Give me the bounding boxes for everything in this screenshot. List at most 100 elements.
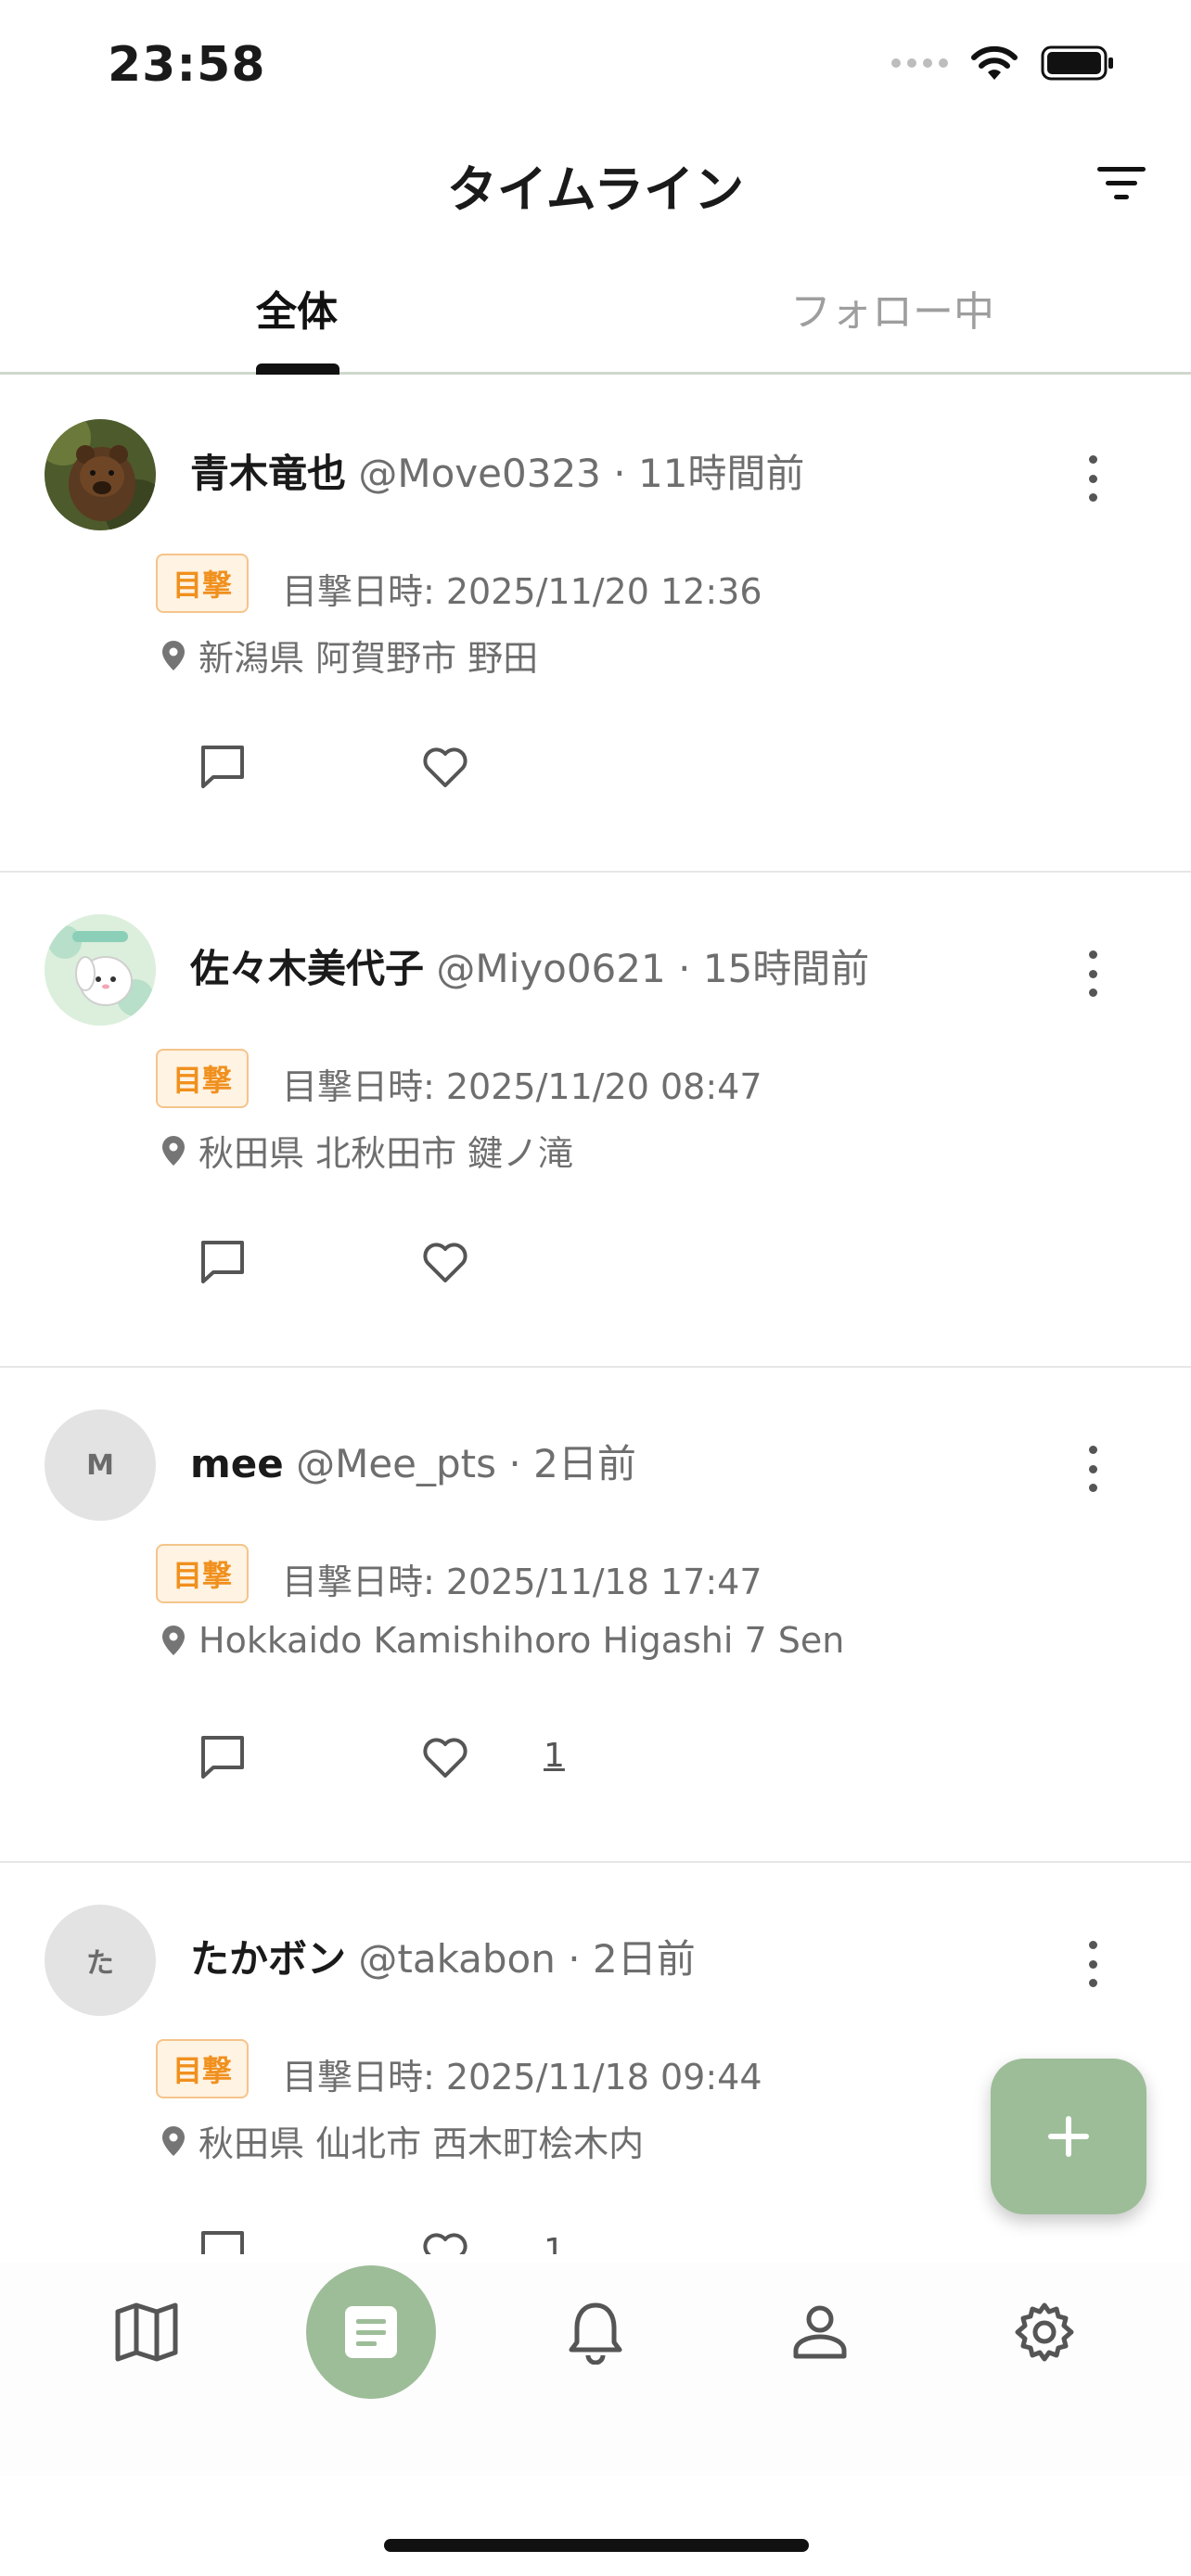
timeline-post[interactable]: 青木竜也 @Move0323 · 11時間前 目撃 目撃日時: 2025/11/… [0,377,1191,873]
timeline-post[interactable]: M mee @Mee_pts · 2日前 目撃 目撃日時: 2025/11/18… [0,1368,1191,1863]
home-indicator[interactable] [384,2539,809,2552]
more-options-button[interactable] [1083,1941,1102,1987]
location-pin-icon [162,1135,185,1166]
profile-icon [793,2305,847,2359]
post-time: 11時間前 [637,451,805,496]
comment-button[interactable] [195,1234,250,1290]
user-handle: @Move0323 [358,451,601,496]
nav-map[interactable] [82,2263,211,2402]
user-handle: @takabon [358,1936,556,1982]
nav-timeline[interactable] [306,2263,436,2402]
location: 新潟県 阿賀野市 野田 [161,630,538,681]
sighting-badge: 目撃 [156,554,250,613]
avatar[interactable]: M [45,1409,156,1521]
more-options-button[interactable] [1083,1446,1102,1492]
character-illustration-avatar [45,914,156,1026]
comment-icon [201,1241,244,1283]
like-button[interactable] [417,2225,473,2254]
sighting-datetime: 目撃日時: 2025/11/20 08:47 [282,1066,762,1107]
cellular-signal-icon [891,58,948,68]
location-pin-icon [162,1626,185,1655]
comment-button[interactable] [195,2225,250,2254]
comment-icon [201,1736,244,1779]
location-pin-icon [162,640,185,670]
like-button[interactable] [417,1234,473,1290]
more-options-button[interactable] [1083,455,1102,502]
sighting-badge: 目撃 [156,1544,250,1603]
user-name[interactable]: 佐々木美代子 [190,946,424,991]
settings-icon [1015,2302,1074,2362]
status-time: 23:58 [108,37,266,93]
user-handle: @Miyo0621 [436,946,666,991]
avatar[interactable]: た [45,1905,156,2016]
user-name[interactable]: mee [190,1441,284,1486]
sighting-badge: 目撃 [156,1049,250,1108]
user-name[interactable]: 青木竜也 [190,451,346,496]
sighting-datetime: 目撃日時: 2025/11/18 17:47 [282,1562,762,1602]
new-post-button[interactable] [991,2059,1146,2214]
separator: · [568,1936,581,1982]
nav-settings[interactable] [980,2263,1109,2402]
nav-profile[interactable] [755,2263,885,2402]
user-name[interactable]: たかボン [190,1936,346,1982]
post-header: mee @Mee_pts · 2日前 [190,1433,636,1489]
wifi-icon [971,45,1018,80]
post-time: 15時間前 [702,946,870,991]
filter-icon [1097,167,1146,199]
tab-all[interactable]: 全体 [256,278,338,338]
timeline-list[interactable]: 青木竜也 @Move0323 · 11時間前 目撃 目撃日時: 2025/11/… [0,377,1191,2254]
like-count[interactable]: 1 [544,2232,565,2254]
location-text: 新潟県 阿賀野市 野田 [198,638,539,679]
timeline-icon [345,2306,397,2358]
location: 秋田県 北秋田市 鍵ノ滝 [161,1125,573,1176]
location: 秋田県 仙北市 西木町桧木内 [161,2115,644,2166]
page-title: タイムライン [446,160,745,219]
status-bar: 23:58 [0,0,1191,130]
post-time: 2日前 [592,1936,696,1982]
post-time: 2日前 [533,1441,636,1486]
bear-photo-avatar [45,419,156,530]
filter-button[interactable] [1089,156,1154,211]
heart-icon [423,1738,467,1778]
location-text: Hokkaido Kamishihoro Higashi 7 Sen [198,1620,845,1661]
like-button[interactable] [417,1729,473,1785]
comment-icon [201,746,244,788]
heart-icon [423,747,467,787]
post-header: 青木竜也 @Move0323 · 11時間前 [190,442,804,499]
comment-button[interactable] [195,1729,250,1785]
nav-notifications[interactable] [531,2263,660,2402]
tab-bar: 全体 フォロー中 [0,260,1191,375]
location-text: 秋田県 北秋田市 鍵ノ滝 [198,1133,574,1174]
separator: · [613,451,626,496]
location-pin-icon [162,2125,185,2156]
like-count[interactable]: 1 [544,1737,565,1775]
more-options-button[interactable] [1083,950,1102,997]
active-tab-indicator [256,363,339,375]
post-header: たかボン @takabon · 2日前 [190,1928,696,1984]
bell-icon [569,2302,622,2365]
tab-following[interactable]: フォロー中 [790,278,994,338]
sighting-badge: 目撃 [156,2039,250,2098]
battery-icon [1041,45,1113,81]
post-header: 佐々木美代子 @Miyo0621 · 15時間前 [190,937,869,994]
sighting-datetime: 目撃日時: 2025/11/18 09:44 [282,2057,762,2098]
separator: · [508,1441,521,1486]
location-text: 秋田県 仙北市 西木町桧木内 [198,2123,645,2164]
avatar[interactable] [45,419,156,530]
like-button[interactable] [417,739,473,795]
comment-button[interactable] [195,739,250,795]
plus-icon [1048,2116,1089,2157]
comment-icon [201,2231,244,2254]
heart-icon [423,2233,467,2254]
user-handle: @Mee_pts [296,1441,497,1486]
active-nav-indicator [306,2265,436,2399]
location: Hokkaido Kamishihoro Higashi 7 Sen [161,1620,844,1661]
heart-icon [423,1243,467,1282]
app-header: タイムライン [0,139,1191,232]
map-icon [115,2302,178,2362]
bottom-navigation [0,2263,1191,2476]
timeline-post[interactable]: 佐々木美代子 @Miyo0621 · 15時間前 目撃 目撃日時: 2025/1… [0,873,1191,1368]
separator: · [678,946,691,991]
avatar[interactable] [45,914,156,1026]
status-icons [891,45,1115,82]
